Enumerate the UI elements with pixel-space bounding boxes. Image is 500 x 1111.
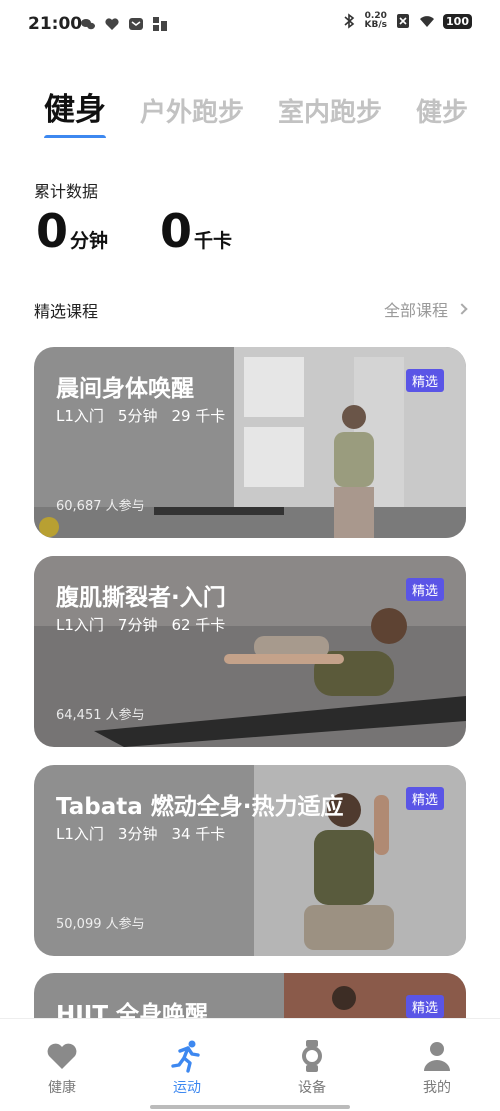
minutes-unit: 分钟 — [70, 230, 109, 252]
course-duration: 5分钟 — [117, 407, 158, 425]
nav-health[interactable]: 健康 — [22, 1039, 102, 1097]
course-card[interactable]: 晨间身体唤醒 L1入门 5分钟 29 千卡 60,687 人参与 精选 — [34, 347, 466, 538]
course-participants: 64,451 人参与 — [56, 708, 145, 723]
nav-sport[interactable]: 运动 — [147, 1039, 227, 1097]
app-icon — [153, 17, 167, 31]
person-icon — [424, 1042, 450, 1071]
nav-health-label: 健康 — [48, 1080, 76, 1096]
network-speed-unit: KB/s — [364, 20, 388, 30]
heart-notification-icon — [105, 18, 119, 30]
network-speed: 0.20 KB/s — [365, 12, 387, 30]
sport-tabs: 健身 户外跑步 室内跑步 健步 — [44, 84, 500, 138]
wechat-icon — [81, 19, 95, 30]
featured-badge: 精选 — [405, 787, 444, 810]
course-calories: 62 千卡 — [171, 616, 226, 634]
course-title: 腹肌撕裂者·入门 — [56, 585, 226, 611]
watch-icon — [302, 1040, 322, 1072]
course-level: L1入门 — [56, 825, 104, 843]
course-title: 晨间身体唤醒 — [56, 376, 194, 402]
course-card[interactable]: Tabata 燃动全身·热力适应 L1入门 3分钟 34 千卡 50,099 人… — [34, 765, 466, 956]
kcal-value: 0 — [160, 204, 193, 258]
all-courses-label: 全部课程 — [383, 301, 448, 320]
featured-courses-title: 精选课程 — [34, 302, 99, 321]
heart-icon — [47, 1043, 77, 1069]
course-participants: 50,099 人参与 — [56, 917, 145, 932]
tab-walking[interactable]: 健步 — [416, 92, 468, 129]
bluetooth-icon — [344, 13, 354, 29]
tab-fitness[interactable]: 健身 — [44, 84, 106, 138]
wifi-icon — [420, 16, 435, 27]
sim-off-icon — [397, 14, 410, 28]
featured-badge: 精选 — [405, 995, 444, 1018]
course-duration: 3分钟 — [117, 825, 158, 843]
notification-icons — [80, 16, 168, 32]
kcal-unit: 千卡 — [194, 230, 233, 252]
nav-sport-label: 运动 — [173, 1080, 201, 1096]
course-level: L1入门 — [56, 407, 104, 425]
cumulative-data-label: 累计数据 — [34, 182, 99, 201]
minutes-stat: 0 分钟 — [36, 206, 108, 256]
status-bar: 21:00 0.20 KB/s 100 — [0, 0, 500, 52]
course-meta: L1入门 3分钟 34 千卡 — [56, 823, 225, 844]
nav-mine-label: 我的 — [423, 1080, 451, 1096]
chevron-right-icon — [456, 303, 468, 315]
course-participants: 60,687 人参与 — [56, 499, 145, 514]
running-icon — [171, 1040, 200, 1073]
home-indicator[interactable] — [150, 1105, 350, 1109]
status-right: 0.20 KB/s 100 — [341, 12, 472, 30]
course-level: L1入门 — [56, 616, 104, 634]
course-title: Tabata 燃动全身·热力适应 — [56, 794, 344, 820]
course-calories: 29 千卡 — [171, 407, 226, 425]
course-calories: 34 千卡 — [171, 825, 226, 843]
cumulative-stats: 0 分钟 0 千卡 — [36, 206, 232, 256]
all-courses-link[interactable]: 全部课程 — [383, 297, 468, 321]
nav-device-label: 设备 — [298, 1080, 326, 1096]
course-meta: L1入门 7分钟 62 千卡 — [56, 614, 225, 635]
kcal-stat: 0 千卡 — [160, 206, 232, 256]
minutes-value: 0 — [36, 204, 69, 258]
course-meta: L1入门 5分钟 29 千卡 — [56, 405, 225, 426]
tab-outdoor-running[interactable]: 户外跑步 — [140, 92, 244, 129]
tab-indoor-running[interactable]: 室内跑步 — [278, 92, 382, 129]
featured-badge: 精选 — [405, 369, 444, 392]
nav-mine[interactable]: 我的 — [397, 1039, 477, 1097]
bottom-nav: 健康 运动 设备 我的 — [0, 1018, 500, 1111]
nav-device[interactable]: 设备 — [272, 1039, 352, 1097]
course-duration: 7分钟 — [117, 616, 158, 634]
battery-level: 100 — [443, 13, 472, 29]
featured-badge: 精选 — [405, 578, 444, 601]
status-time: 21:00 — [28, 14, 83, 34]
message-icon — [129, 18, 143, 30]
course-card[interactable]: 腹肌撕裂者·入门 L1入门 7分钟 62 千卡 64,451 人参与 精选 — [34, 556, 466, 747]
